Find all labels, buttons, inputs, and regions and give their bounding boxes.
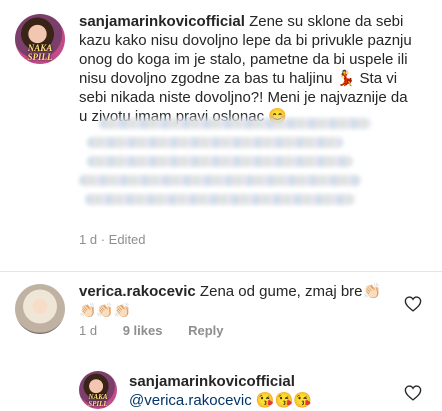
comment-body: verica.rakocevic Zena od gume, zmaj bre👏… <box>79 282 399 321</box>
avatar[interactable] <box>15 284 65 334</box>
comment-body: sanjamarinkovicofficial Zene su sklone d… <box>79 12 419 205</box>
reply-button[interactable]: Reply <box>188 323 223 338</box>
avatar[interactable]: NAKA SPILL <box>79 371 117 409</box>
redacted-text <box>79 175 361 186</box>
avatar[interactable]: NAKA SPILL <box>15 14 65 64</box>
comment-emoji-line: 👏🏻👏🏻👏🏻 <box>79 303 132 319</box>
edited-label: Edited <box>108 232 146 247</box>
heart-outline-icon[interactable] <box>404 296 422 312</box>
redacted-text <box>87 156 353 167</box>
comment-text: Zena od gume, zmaj bre👏🏻 <box>195 283 382 300</box>
likes-count[interactable]: 9 likes <box>123 323 163 338</box>
comment-username[interactable]: sanjamarinkovicofficial <box>79 13 245 30</box>
redacted-text <box>99 118 371 129</box>
avatar-text: NAKA SPILL <box>27 43 53 62</box>
mention-link[interactable]: @verica.rakocevic <box>129 392 252 409</box>
comment-body: sanjamarinkovicofficial @verica.rakocevi… <box>129 372 399 410</box>
comment-age: 1 d <box>79 323 98 338</box>
comment-age: 1 d <box>79 232 98 247</box>
avatar-text: NAKA SPILL <box>88 393 108 408</box>
comment-username[interactable]: verica.rakocevic <box>79 283 196 300</box>
comment-meta: 1 d · Edited <box>79 232 146 247</box>
redacted-text <box>85 194 355 205</box>
heart-outline-icon[interactable] <box>404 385 422 401</box>
redacted-text <box>87 137 343 148</box>
comment-text: 😘😘😘 <box>251 392 312 409</box>
comment-username[interactable]: sanjamarinkovicofficial <box>129 373 295 390</box>
comment-meta: 1 d 9 likes Reply <box>79 323 224 338</box>
divider <box>0 271 442 272</box>
